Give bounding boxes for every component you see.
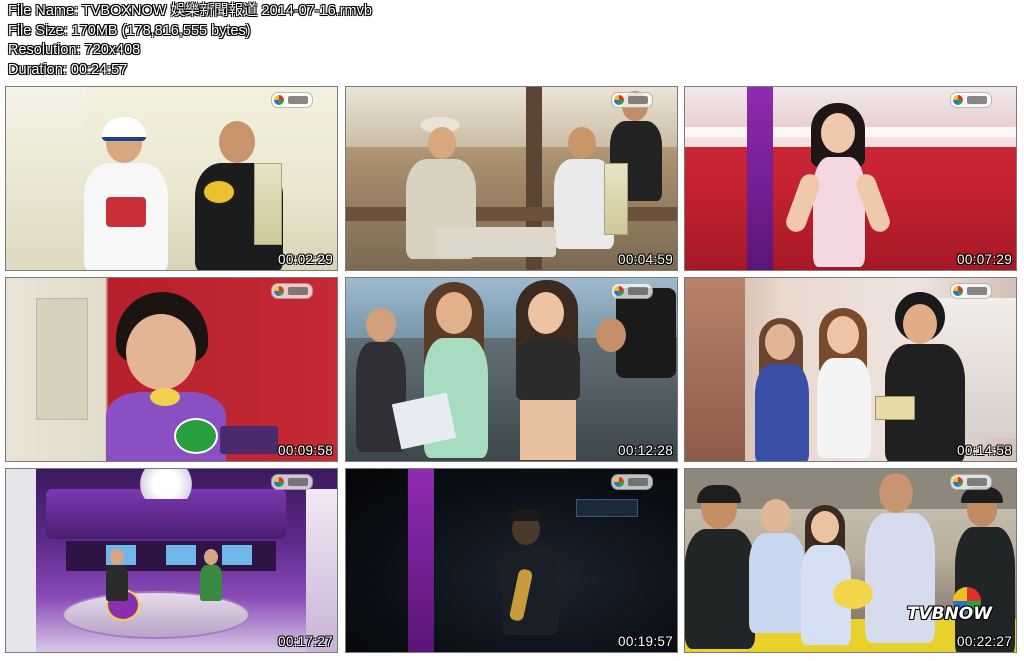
video-thumbnail-8[interactable]: 00:19:57: [345, 468, 678, 653]
video-thumbnail-5[interactable]: 00:12:28: [345, 277, 678, 462]
tvb-j2-logo-icon: [271, 474, 313, 490]
thumbnail-timestamp: 00:04:59: [618, 252, 673, 267]
thumbnail-timestamp: 00:12:28: [618, 443, 673, 458]
video-thumbnail-3[interactable]: 00:07:29: [684, 86, 1017, 271]
tvb-j2-logo-icon: [611, 474, 653, 490]
thumbnail-timestamp: 00:09:58: [278, 443, 333, 458]
thumbnail-timestamp: 00:02:29: [278, 252, 333, 267]
video-thumbnail-9[interactable]: TVBNOW 00:22:27: [684, 468, 1017, 653]
tvb-j2-logo-icon: [950, 283, 992, 299]
thumbnail-timestamp: 00:17:27: [278, 634, 333, 649]
video-thumbnail-4[interactable]: 00:09:58: [5, 277, 338, 462]
tvb-j2-logo-icon: [271, 283, 313, 299]
tvb-j2-logo-icon: [271, 92, 313, 108]
watermark-text: TVBNOW: [906, 604, 992, 624]
thumbnail-grid: 00:02:29 00:04:59 00:07:29 00:09:58 00:1…: [0, 0, 1024, 661]
thumbnail-timestamp: 00:07:29: [957, 252, 1012, 267]
tvb-j2-logo-icon: [950, 92, 992, 108]
thumbnail-timestamp: 00:19:57: [618, 634, 673, 649]
video-thumbnail-6[interactable]: 00:14:58: [684, 277, 1017, 462]
video-thumbnail-2[interactable]: 00:04:59: [345, 86, 678, 271]
thumbnail-timestamp: 00:22:27: [957, 634, 1012, 649]
thumbnail-timestamp: 00:14:58: [957, 443, 1012, 458]
video-thumbnail-1[interactable]: 00:02:29: [5, 86, 338, 271]
tvb-j2-logo-icon: [950, 474, 992, 490]
tvb-j2-logo-icon: [611, 92, 653, 108]
video-thumbnail-7[interactable]: 00:17:27: [5, 468, 338, 653]
tvb-j2-logo-icon: [611, 283, 653, 299]
